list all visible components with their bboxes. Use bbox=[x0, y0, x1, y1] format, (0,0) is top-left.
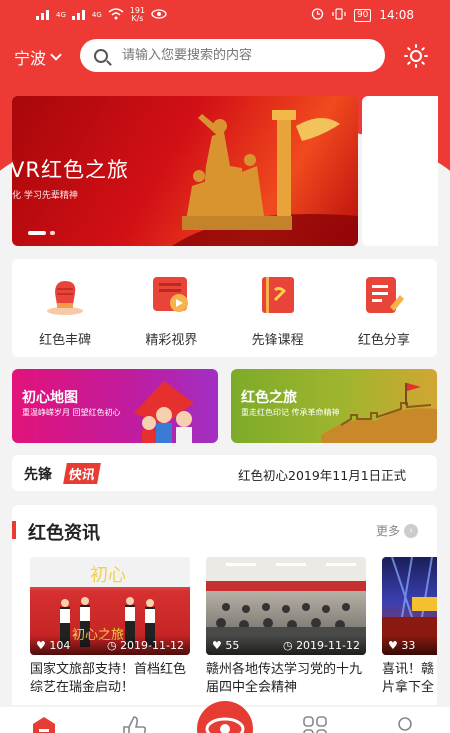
news-meta: ♥ 104 ◷ 2019-11-12 bbox=[30, 635, 190, 655]
network-speed: 191 K/s bbox=[129, 6, 146, 23]
promo-subtitle: 重走红色印记 传承革命精神 bbox=[241, 408, 340, 417]
news-image: 初心 初心之旅 ♥ 104 ◷ 2019-11-12 bbox=[30, 557, 190, 655]
more-link[interactable]: 更多 › bbox=[376, 522, 419, 539]
news-caption: 喜讯！赣片拿下全 bbox=[382, 662, 435, 695]
banner-carousel[interactable]: VR红色之旅 化 学习先辈精神 bbox=[12, 96, 358, 246]
carousel-indicator bbox=[50, 231, 55, 235]
home-icon[interactable] bbox=[31, 715, 57, 733]
party-book-icon bbox=[256, 273, 300, 317]
quick-item-video[interactable]: 精彩视界 bbox=[118, 259, 224, 357]
status-bar: 4G 4G 191 K/s 90 14:08 bbox=[0, 0, 450, 30]
news-image: ♥ 33 bbox=[382, 557, 437, 655]
monument-illustration bbox=[172, 110, 358, 246]
quick-menu: 红色丰碑 精彩视界 先锋课程 红色分享 bbox=[12, 259, 437, 357]
carousel-indicator-active bbox=[28, 231, 46, 235]
chevron-right-icon: › bbox=[404, 523, 419, 538]
quick-item-label: 先锋课程 bbox=[251, 333, 304, 348]
news-image: ♥ 55 ◷ 2019-11-12 bbox=[206, 557, 366, 655]
promo-card-journey[interactable]: 红色之旅 重走红色印记 传承革命精神 bbox=[231, 369, 437, 443]
user-icon[interactable] bbox=[392, 715, 418, 733]
wifi-icon bbox=[108, 7, 124, 23]
top-bar: 宁波 bbox=[0, 36, 450, 76]
quick-item-pioneer-course[interactable]: 先锋课程 bbox=[225, 259, 331, 357]
city-selector[interactable]: 宁波 bbox=[14, 45, 62, 69]
search-input[interactable] bbox=[122, 48, 362, 63]
news-meta: ♥ 33 bbox=[382, 635, 437, 655]
quick-item-red-monument[interactable]: 红色丰碑 bbox=[12, 259, 118, 357]
likes-count: ♥ 104 bbox=[36, 639, 71, 652]
promo-card-map[interactable]: 初心地图 重温峥嵘岁月 回望红色初心 bbox=[12, 369, 218, 443]
quick-item-label: 红色丰碑 bbox=[39, 333, 92, 348]
search-icon bbox=[94, 48, 108, 63]
news-date: ◷ 2019-11-12 bbox=[282, 639, 360, 652]
signal-icon-2 bbox=[71, 8, 90, 23]
likes-count: ♥ 33 bbox=[388, 639, 416, 652]
signal-type-1: 4G bbox=[56, 11, 66, 19]
video-icon bbox=[149, 273, 193, 317]
red-news-section: 红色资讯 更多 › 初心 初心之旅 ♥ 104 ◷ 2019-11-12 国家文… bbox=[12, 505, 437, 705]
ticker-brand: 先锋 bbox=[24, 467, 52, 483]
children-illustration bbox=[134, 381, 194, 443]
time-label: 14:08 bbox=[379, 8, 414, 22]
quick-item-label: 红色分享 bbox=[357, 333, 410, 348]
more-label: 更多 bbox=[376, 524, 401, 538]
fist-icon bbox=[43, 273, 87, 317]
section-accent-bar bbox=[12, 521, 16, 539]
section-title: 红色资讯 bbox=[28, 523, 100, 544]
banner-next-peek bbox=[362, 96, 438, 246]
eye-status-icon bbox=[151, 8, 167, 22]
news-card[interactable]: 初心 初心之旅 ♥ 104 ◷ 2019-11-12 国家文旅部支持！首档红色综… bbox=[30, 557, 190, 697]
news-ticker[interactable]: 先锋 快讯 红色初心2019年11月1日正式 bbox=[12, 455, 437, 491]
alarm-icon bbox=[311, 7, 324, 23]
eye-icon bbox=[205, 717, 245, 733]
news-date: ◷ 2019-11-12 bbox=[106, 639, 184, 652]
likes-count: ♥ 55 bbox=[212, 639, 240, 652]
news-card[interactable]: ♥ 33 喜讯！赣片拿下全 bbox=[382, 557, 437, 697]
promo-subtitle: 重温峥嵘岁月 回望红色初心 bbox=[22, 408, 121, 417]
bottom-nav bbox=[0, 701, 450, 733]
vibrate-icon bbox=[332, 7, 346, 23]
search-bar[interactable] bbox=[80, 39, 385, 72]
banner-subtitle: 化 学习先辈精神 bbox=[12, 191, 78, 201]
banner-title: VR红色之旅 bbox=[12, 158, 129, 182]
news-caption: 国家文旅部支持！首档红色综艺在瑞金启动！ bbox=[30, 662, 187, 695]
brightness-icon[interactable] bbox=[404, 44, 428, 68]
promo-title: 初心地图 bbox=[22, 390, 78, 406]
svg-text:初心: 初心 bbox=[90, 565, 126, 586]
chevron-down-icon bbox=[50, 48, 62, 61]
news-caption: 赣州各地传达学习党的十九届四中全会精神 bbox=[206, 662, 363, 695]
news-card[interactable]: ♥ 55 ◷ 2019-11-12 赣州各地传达学习党的十九届四中全会精神 bbox=[206, 557, 366, 697]
promo-title: 红色之旅 bbox=[241, 390, 297, 406]
city-label: 宁波 bbox=[14, 49, 47, 68]
center-eye-button[interactable] bbox=[197, 701, 253, 733]
signal-icon bbox=[36, 8, 54, 23]
quick-item-red-share[interactable]: 红色分享 bbox=[331, 259, 437, 357]
thumbs-up-icon[interactable] bbox=[121, 715, 147, 733]
grid-icon[interactable] bbox=[302, 715, 328, 733]
ticker-text[interactable]: 红色初心2019年11月1日正式 bbox=[238, 465, 437, 484]
news-meta: ♥ 55 ◷ 2019-11-12 bbox=[206, 635, 366, 655]
battery-indicator: 90 bbox=[353, 8, 372, 22]
quick-item-label: 精彩视界 bbox=[145, 333, 198, 348]
ticker-badge: 快讯 bbox=[63, 463, 101, 484]
signal-type-2: 4G bbox=[91, 11, 102, 19]
share-edit-icon bbox=[362, 273, 406, 317]
